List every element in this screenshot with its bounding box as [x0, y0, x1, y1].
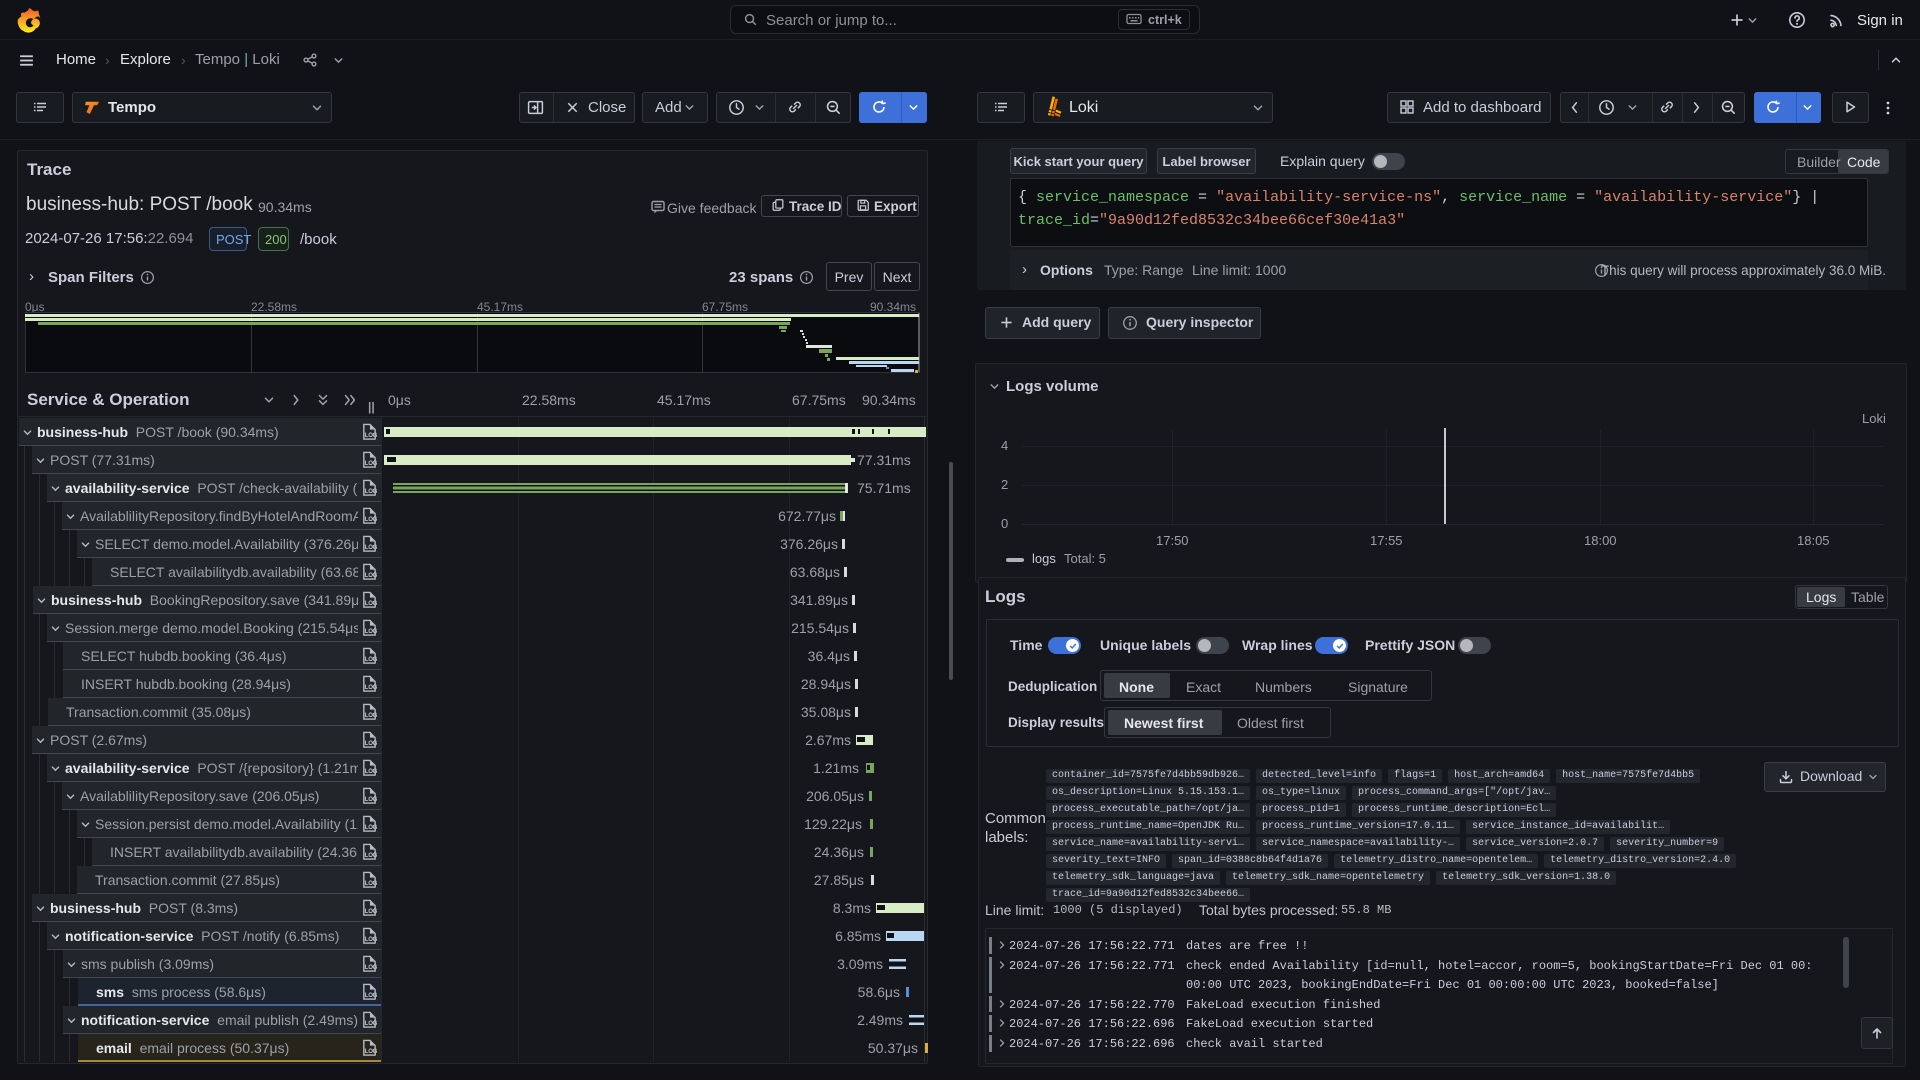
svg-text:LOG: LOG [365, 936, 377, 943]
svg-text:LOG: LOG [365, 572, 377, 579]
svg-text:LOG: LOG [365, 488, 377, 495]
svg-text:LOG: LOG [365, 852, 377, 859]
svg-text:LOG: LOG [365, 964, 377, 971]
svg-text:LOG: LOG [365, 656, 377, 663]
svg-text:LOG: LOG [365, 460, 377, 467]
svg-text:LOG: LOG [365, 1020, 377, 1027]
svg-text:LOG: LOG [365, 880, 377, 887]
svg-text:LOG: LOG [365, 908, 377, 915]
svg-text:LOG: LOG [365, 740, 377, 747]
svg-text:LOG: LOG [365, 824, 377, 831]
svg-text:LOG: LOG [365, 516, 377, 523]
svg-text:LOG: LOG [365, 600, 377, 607]
svg-text:LOG: LOG [365, 712, 377, 719]
svg-text:LOG: LOG [365, 684, 377, 691]
svg-text:LOG: LOG [365, 1048, 377, 1055]
svg-text:LOG: LOG [365, 432, 377, 439]
svg-text:LOG: LOG [365, 544, 377, 551]
svg-text:LOG: LOG [365, 768, 377, 775]
svg-text:LOG: LOG [365, 628, 377, 635]
svg-text:LOG: LOG [365, 992, 377, 999]
svg-text:LOG: LOG [365, 796, 377, 803]
